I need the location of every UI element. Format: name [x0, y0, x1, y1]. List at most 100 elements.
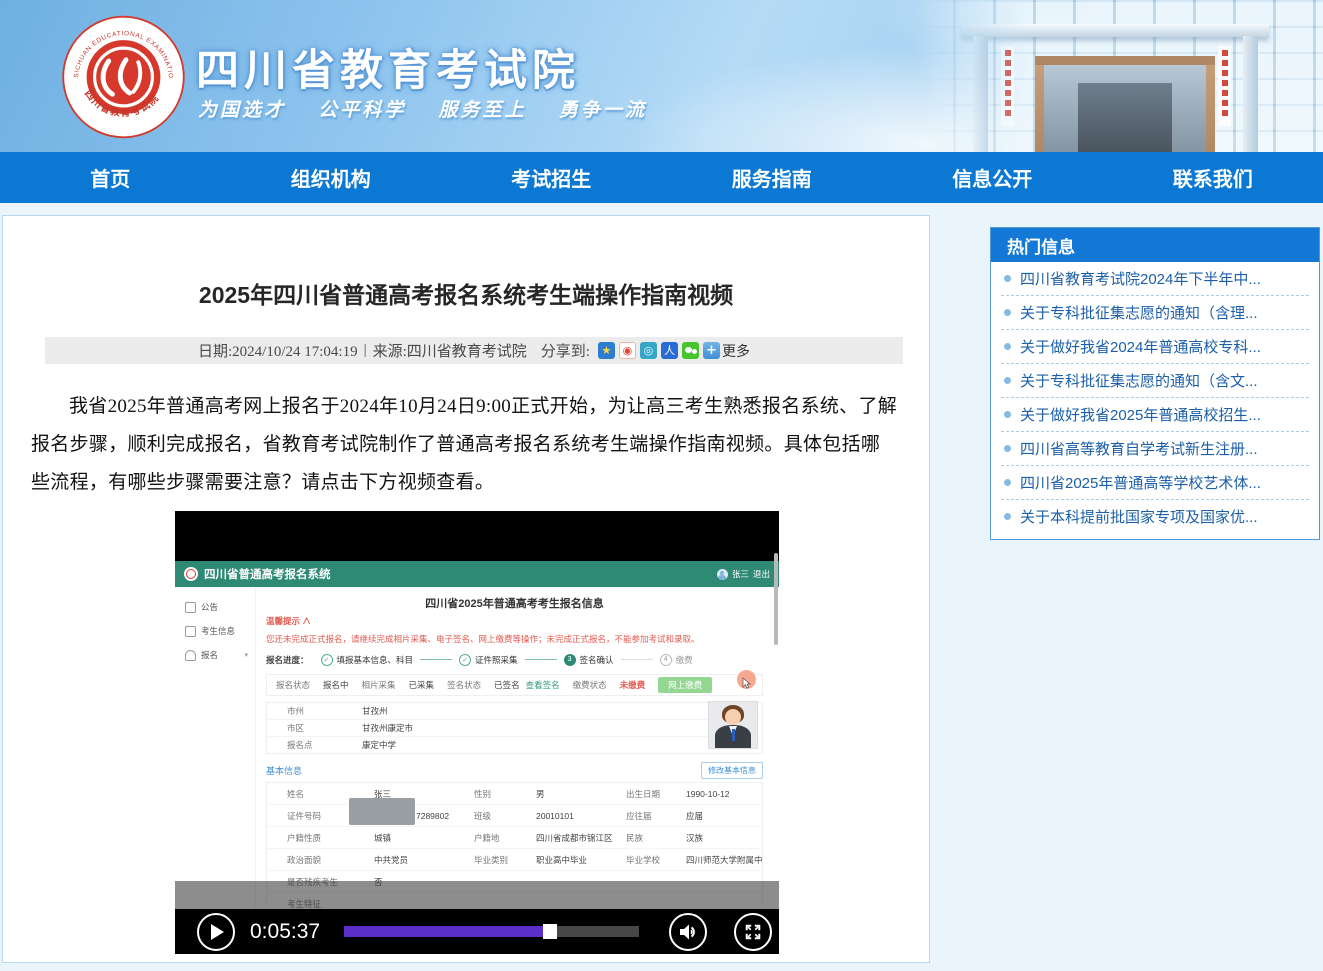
building-pillar [1243, 36, 1258, 152]
step-number: 4 [660, 654, 672, 666]
video-player[interactable]: 四川省普通高考报名系统 张三 退出 公告 考生信息 [175, 511, 779, 954]
announcement-icon [185, 602, 196, 613]
building-door [1035, 56, 1215, 152]
user-avatar-icon [717, 569, 728, 580]
list-item[interactable]: 四川省2025年普通高等学校艺术体... [1001, 466, 1309, 500]
meta-separator: | [364, 342, 367, 359]
video-content-scrollbar [774, 553, 778, 645]
progress-remaining [557, 926, 639, 937]
fullscreen-button[interactable] [734, 913, 772, 951]
step-payment: 4 缴费 [660, 654, 693, 666]
sys-menu-label: 报名 [201, 649, 218, 661]
sys-header: 四川省普通高考报名系统 张三 退出 [175, 561, 779, 587]
video-control-bar: 0:05:37 [175, 909, 779, 954]
tencent-weibo-icon[interactable]: ◎ [640, 342, 657, 359]
list-item[interactable]: 关于专科批征集志愿的通知（含理... [1001, 296, 1309, 330]
chevron-down-icon: ▾ [244, 651, 248, 659]
bullet-icon [1004, 309, 1011, 316]
table-row: 报名点 康定中学 [267, 737, 762, 753]
list-item[interactable]: 关于做好我省2024年普通高校专科... [1001, 330, 1309, 364]
step-connector [621, 659, 653, 661]
sys-main-area: 四川省2025年普通高考考生报名信息 温馨提示 ∧ 您还未完成正式报名，请继续完… [256, 587, 773, 909]
play-button[interactable] [197, 913, 235, 951]
list-item[interactable]: 关于专科批征集志愿的通知（含文... [1001, 364, 1309, 398]
table-row: 市州 甘孜州 [267, 703, 762, 720]
check-icon: ✓ [321, 654, 333, 666]
article-body: 我省2025年普通高考网上报名于2024年10月24日9:00正式开始，为让高三… [31, 388, 899, 502]
step-basic-info: ✓ 填报基本信息、科目 [321, 654, 414, 666]
building-sign [1001, 46, 1014, 126]
bullet-icon [1004, 445, 1011, 452]
step-number: 3 [564, 654, 576, 666]
nav-item-service-guide[interactable]: 服务指南 [662, 152, 883, 203]
share-more-link[interactable]: 更多 [722, 341, 750, 361]
step-connector [525, 659, 557, 661]
volume-button[interactable] [669, 913, 707, 951]
edit-basic-info-button: 修改基本信息 [701, 762, 763, 779]
bullet-icon [1004, 479, 1011, 486]
list-item[interactable]: 四川省高等教育自学考试新生注册... [1001, 432, 1309, 466]
nav-item-info-disclosure[interactable]: 信息公开 [882, 152, 1103, 203]
share-label: 分享到: [541, 340, 590, 361]
table-row: 政治面貌 中共党员 毕业类别 职业高中毕业 毕业学校 四川师范大学附属中学 [267, 849, 762, 871]
video-dim-overlay [175, 881, 779, 909]
online-pay-button: 网上缴费 [658, 677, 712, 693]
article-title: 2025年四川省普通高考报名系统考生端操作指南视频 [3, 276, 929, 310]
site-title: 四川省教育考试院 [196, 36, 580, 98]
step-photo-capture: ✓ 证件照采集 [459, 654, 518, 666]
more-plus-icon[interactable]: + [703, 342, 720, 359]
table-row: 户籍性质 城镇 户籍地 四川省成都市锦江区 民族 汉族 [267, 827, 762, 849]
bullet-icon [1004, 377, 1011, 384]
privacy-blur-patch [349, 798, 415, 825]
nav-item-home[interactable]: 首页 [0, 152, 221, 203]
site-slogan: 为国选才 公平科学 服务至上 勇争一流 [198, 95, 647, 122]
sys-logo-icon [184, 567, 198, 581]
list-item[interactable]: 四川省教育考试院2024年下半年中... [1001, 262, 1309, 296]
sys-menu-label: 公告 [201, 601, 218, 613]
wechat-icon[interactable] [682, 342, 699, 359]
id-photo [708, 701, 758, 749]
bullet-icon [1004, 411, 1011, 418]
video-progress-bar[interactable] [344, 926, 639, 937]
sina-weibo-icon[interactable]: ◉ [619, 342, 636, 359]
hot-info-panel: 热门信息 四川省教育考试院2024年下半年中... 关于专科批征集志愿的通知（含… [990, 227, 1320, 540]
view-signature-link: 查看签名 [526, 679, 560, 691]
table-row: 证件号码 7289802 班级 20010101 应往届 应届 [267, 805, 762, 827]
sys-logout-label: 退出 [753, 568, 770, 580]
check-icon: ✓ [459, 654, 471, 666]
sys-status-row: 报名状态 报名中 相片采集 已采集 签名状态 已签名 查看签名 缴费状态 未缴费… [266, 674, 763, 696]
site-banner: SICHUAN EDUCATIONAL EXAMINATION AUTHORIT… [0, 0, 1323, 152]
article-date: 日期:2024/10/24 17:04:19 [198, 340, 358, 361]
sys-menu-registration: 报名 ▾ [175, 643, 255, 667]
sys-user-name: 张三 [732, 568, 749, 580]
list-item[interactable]: 关于本科提前批国家专项及国家优... [1001, 500, 1309, 533]
bullet-icon [1004, 513, 1011, 520]
nav-item-exam-enrollment[interactable]: 考试招生 [441, 152, 662, 203]
main-nav: 首页 组织机构 考试招生 服务指南 信息公开 联系我们 [0, 152, 1323, 203]
renren-icon[interactable]: 人 [661, 342, 678, 359]
org-seal-logo[interactable]: SICHUAN EDUCATIONAL EXAMINATION AUTHORIT… [62, 15, 185, 139]
step-connector [420, 659, 452, 661]
table-row: 姓名 张三 性别 男 出生日期 1990-10-12 [267, 783, 762, 805]
qzone-icon[interactable]: ★ [598, 342, 615, 359]
nav-item-contact[interactable]: 联系我们 [1103, 152, 1323, 203]
sys-warning-text: 您还未完成正式报名，请继续完成相片采集、电子签名、网上缴费等操作；未完成正式报名… [266, 633, 763, 644]
building-pillar [973, 36, 988, 152]
list-item[interactable]: 关于做好我省2025年普通高校招生... [1001, 398, 1309, 432]
sys-menu-announcements: 公告 [175, 595, 255, 619]
video-timestamp: 0:05:37 [250, 920, 320, 944]
candidate-info-icon [185, 626, 196, 637]
sys-user-area: 张三 退出 [717, 568, 770, 580]
person-icon [185, 650, 196, 661]
sys-menu-label: 考生信息 [201, 625, 235, 637]
progress-handle[interactable] [543, 924, 557, 939]
hot-info-title: 热门信息 [991, 228, 1319, 262]
sys-sidebar: 公告 考生信息 报名 ▾ [175, 587, 256, 909]
nav-item-organization[interactable]: 组织机构 [221, 152, 442, 203]
sys-page-title: 四川省2025年普通高考考生报名信息 [266, 595, 763, 608]
building-canopy [961, 24, 1269, 37]
video-letterbox-top [175, 511, 779, 561]
article-source: 来源:四川省教育考试院 [373, 340, 527, 361]
sys-tip-label: 温馨提示 ∧ [266, 615, 763, 626]
mouse-cursor-highlight [737, 670, 756, 689]
